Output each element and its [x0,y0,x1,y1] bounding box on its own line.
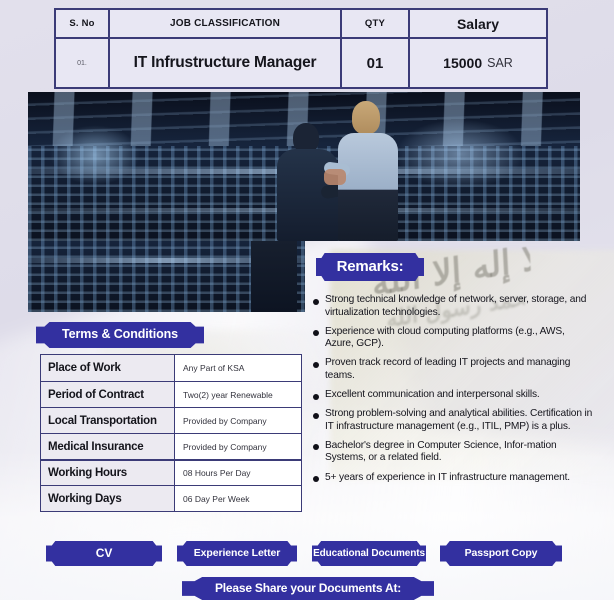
remark-text: Excellent communication and interpersona… [325,389,540,401]
hero-light-glow-right [394,118,525,189]
bullet-icon [313,476,319,483]
terms-value-place-of-work: Any Part of KSA [175,355,301,381]
terms-label-working-hours: Working Hours [41,461,175,485]
list-item: Strong technical knowledge of network, s… [313,294,593,319]
document-button-cv[interactable]: CV [46,541,162,566]
table-header-row: S. No JOB CLASSIFICATION QTY Salary [56,10,546,39]
list-item: Strong problem-solving and analytical ab… [313,408,593,433]
bullet-icon [313,330,319,337]
bullet-icon [313,298,319,305]
column-header-salary: Salary [410,10,546,37]
terms-value-local-transportation: Provided by Company [175,408,301,433]
bullet-icon [313,361,319,368]
table-row: Medical Insurance Provided by Company [41,433,301,459]
document-button-passport-copy[interactable]: Passport Copy [440,541,562,566]
list-item: Experience with cloud computing platform… [313,326,593,351]
bullet-icon [313,393,319,400]
bullet-icon [313,412,319,419]
list-item: Proven track record of leading IT projec… [313,357,593,382]
hero-person-head [352,101,380,134]
hero-light-glow-left [50,124,141,185]
terms-value-working-hours: 08 Hours Per Day [175,461,301,485]
terms-value-working-days: 06 Day Per Week [175,486,301,511]
remark-text: Proven track record of leading IT projec… [325,357,571,381]
hero-ext-legs [251,241,297,312]
bullet-icon [313,444,319,451]
table-row: Working Hours 08 Hours Per Day [41,459,301,485]
document-button-educational-documents[interactable]: Educational Documents [312,541,426,566]
table-row: Working Days 06 Day Per Week [41,485,301,511]
hero-handshake [324,169,346,185]
remark-text: Strong technical knowledge of network, s… [325,294,587,318]
column-header-quantity: QTY [342,10,410,37]
terms-and-conditions-table: Place of Work Any Part of KSA Period of … [40,354,302,512]
column-header-serial-number: S. No [56,10,110,37]
table-row: Period of Contract Two(2) year Renewable [41,381,301,407]
table-row: Place of Work Any Part of KSA [41,355,301,381]
list-item: Bachelor's degree in Computer Science, I… [313,440,593,465]
terms-label-medical-insurance: Medical Insurance [41,434,175,459]
list-item: 5+ years of experience in IT infrastruct… [313,472,593,485]
cell-serial-number: 01. [56,39,110,87]
salary-currency: SAR [487,56,513,70]
remarks-list: Strong technical knowledge of network, s… [313,294,593,491]
hero-ext-person-legs [243,241,305,312]
cell-job-classification: IT Infrustructure Manager [110,39,342,87]
terms-label-local-transportation: Local Transportation [41,408,175,433]
remarks-title-badge: Remarks: [316,253,424,281]
cell-quantity: 01 [342,39,410,87]
remark-text: Bachelor's degree in Computer Science, I… [325,439,557,464]
terms-label-period-of-contract: Period of Contract [41,382,175,407]
table-row: 01. IT Infrustructure Manager 01 15000 S… [56,39,546,87]
terms-value-period-of-contract: Two(2) year Renewable [175,382,301,407]
required-documents-row: CV Experience Letter Educational Documen… [0,541,614,567]
hero-person-shirt [323,101,412,241]
datacenter-hero-image [28,92,580,241]
list-item: Excellent communication and interpersona… [313,389,593,402]
table-row: Local Transportation Provided by Company [41,407,301,433]
remark-text: Experience with cloud computing platform… [325,325,565,350]
hero-person-torso [338,133,398,241]
cell-salary: 15000 SAR [410,39,546,87]
job-classification-table: S. No JOB CLASSIFICATION QTY Salary 01. … [54,8,548,89]
remark-text: 5+ years of experience in IT infrastruct… [325,471,570,483]
terms-label-working-days: Working Days [41,486,175,511]
column-header-job-classification: JOB CLASSIFICATION [110,10,342,37]
terms-and-conditions-title-badge: Terms & Conditions [36,322,204,348]
terms-label-place-of-work: Place of Work [41,355,175,381]
share-documents-banner: Please Share your Documents At: [182,577,434,600]
datacenter-hero-image-extension [28,241,305,312]
terms-value-medical-insurance: Provided by Company [175,434,301,459]
remark-text: Strong problem-solving and analytical ab… [325,408,593,432]
salary-amount: 15000 [443,55,483,71]
document-button-experience-letter[interactable]: Experience Letter [177,541,297,566]
